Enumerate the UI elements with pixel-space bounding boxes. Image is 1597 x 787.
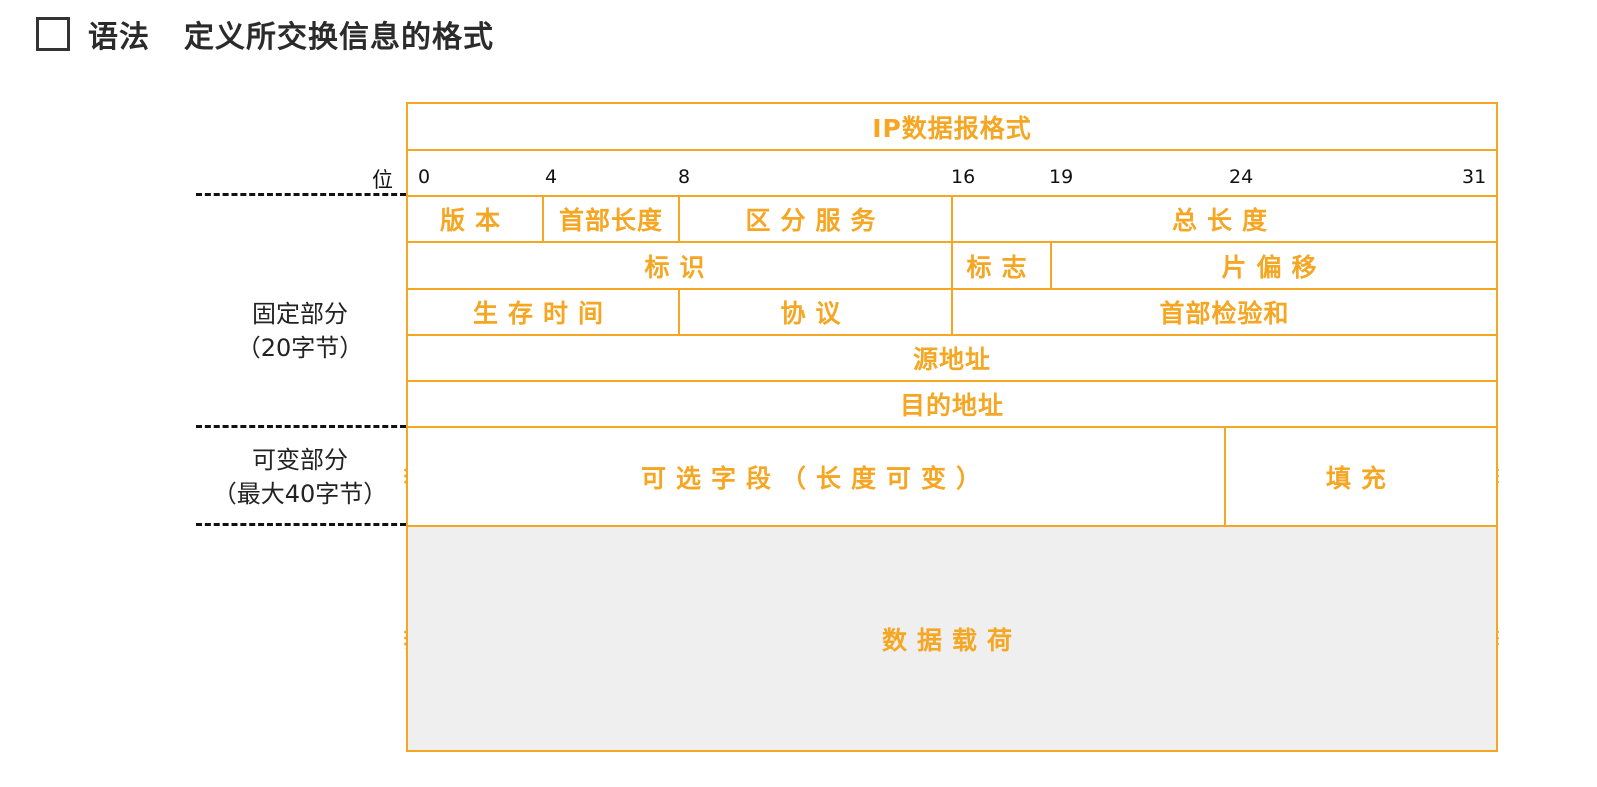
diagram-caption: IP数据报格式 <box>872 113 1032 143</box>
bit-tick-0: 0 <box>418 166 431 188</box>
continuation-dots <box>404 467 407 487</box>
fixed-section-size: （20字节） <box>236 334 364 362</box>
field-padding: 填充 <box>1325 463 1396 493</box>
bit-tick-4: 4 <box>545 166 558 188</box>
bit-tick-8: 8 <box>678 166 691 188</box>
variable-section-bottom-boundary <box>196 523 406 526</box>
variable-section-label: 可变部分 （最大40字节） <box>200 443 400 511</box>
field-protocol: 协议 <box>780 299 851 328</box>
field-header-length: 首部长度 <box>558 206 663 235</box>
field-ttl: 生存时间 <box>472 299 613 328</box>
bit-tick-19: 19 <box>1049 166 1074 188</box>
field-version: 版本 <box>439 206 510 235</box>
slide-title: 语法 定义所交换信息的格式 <box>36 12 494 56</box>
fixed-section-label: 固定部分 （20字节） <box>220 297 380 365</box>
subtitle-text: 定义所交换信息的格式 <box>184 20 494 55</box>
field-options: 可选字段（长度可变） <box>640 463 991 493</box>
variable-section-title: 可变部分 <box>252 446 348 474</box>
field-tos: 区分服务 <box>745 206 886 235</box>
fixed-section-top-boundary <box>196 193 406 196</box>
field-fragment-offset: 片偏移 <box>1221 252 1327 282</box>
bit-axis-label: 位 <box>372 168 393 192</box>
field-destination-address: 目的地址 <box>899 391 1004 420</box>
row-divider <box>406 149 1498 151</box>
fixed-section-title: 固定部分 <box>252 300 348 328</box>
field-total-length: 总长度 <box>1171 206 1277 235</box>
title-text: 语法 <box>88 20 150 55</box>
field-payload: 数据载荷 <box>881 625 1022 655</box>
field-checksum: 首部检验和 <box>1159 299 1290 328</box>
continuation-dots <box>404 629 407 649</box>
field-identification: 标识 <box>644 252 715 282</box>
bit-tick-31: 31 <box>1462 166 1487 188</box>
bit-tick-16: 16 <box>951 166 976 188</box>
empty-square-icon <box>36 17 70 51</box>
continuation-dots <box>1496 467 1499 487</box>
bit-tick-24: 24 <box>1229 166 1254 188</box>
variable-section-size: （最大40字节） <box>212 480 388 508</box>
continuation-dots <box>1496 629 1499 649</box>
field-source-address: 源地址 <box>912 345 991 374</box>
field-flags: 标志 <box>966 252 1037 282</box>
section-boundary <box>196 425 406 428</box>
